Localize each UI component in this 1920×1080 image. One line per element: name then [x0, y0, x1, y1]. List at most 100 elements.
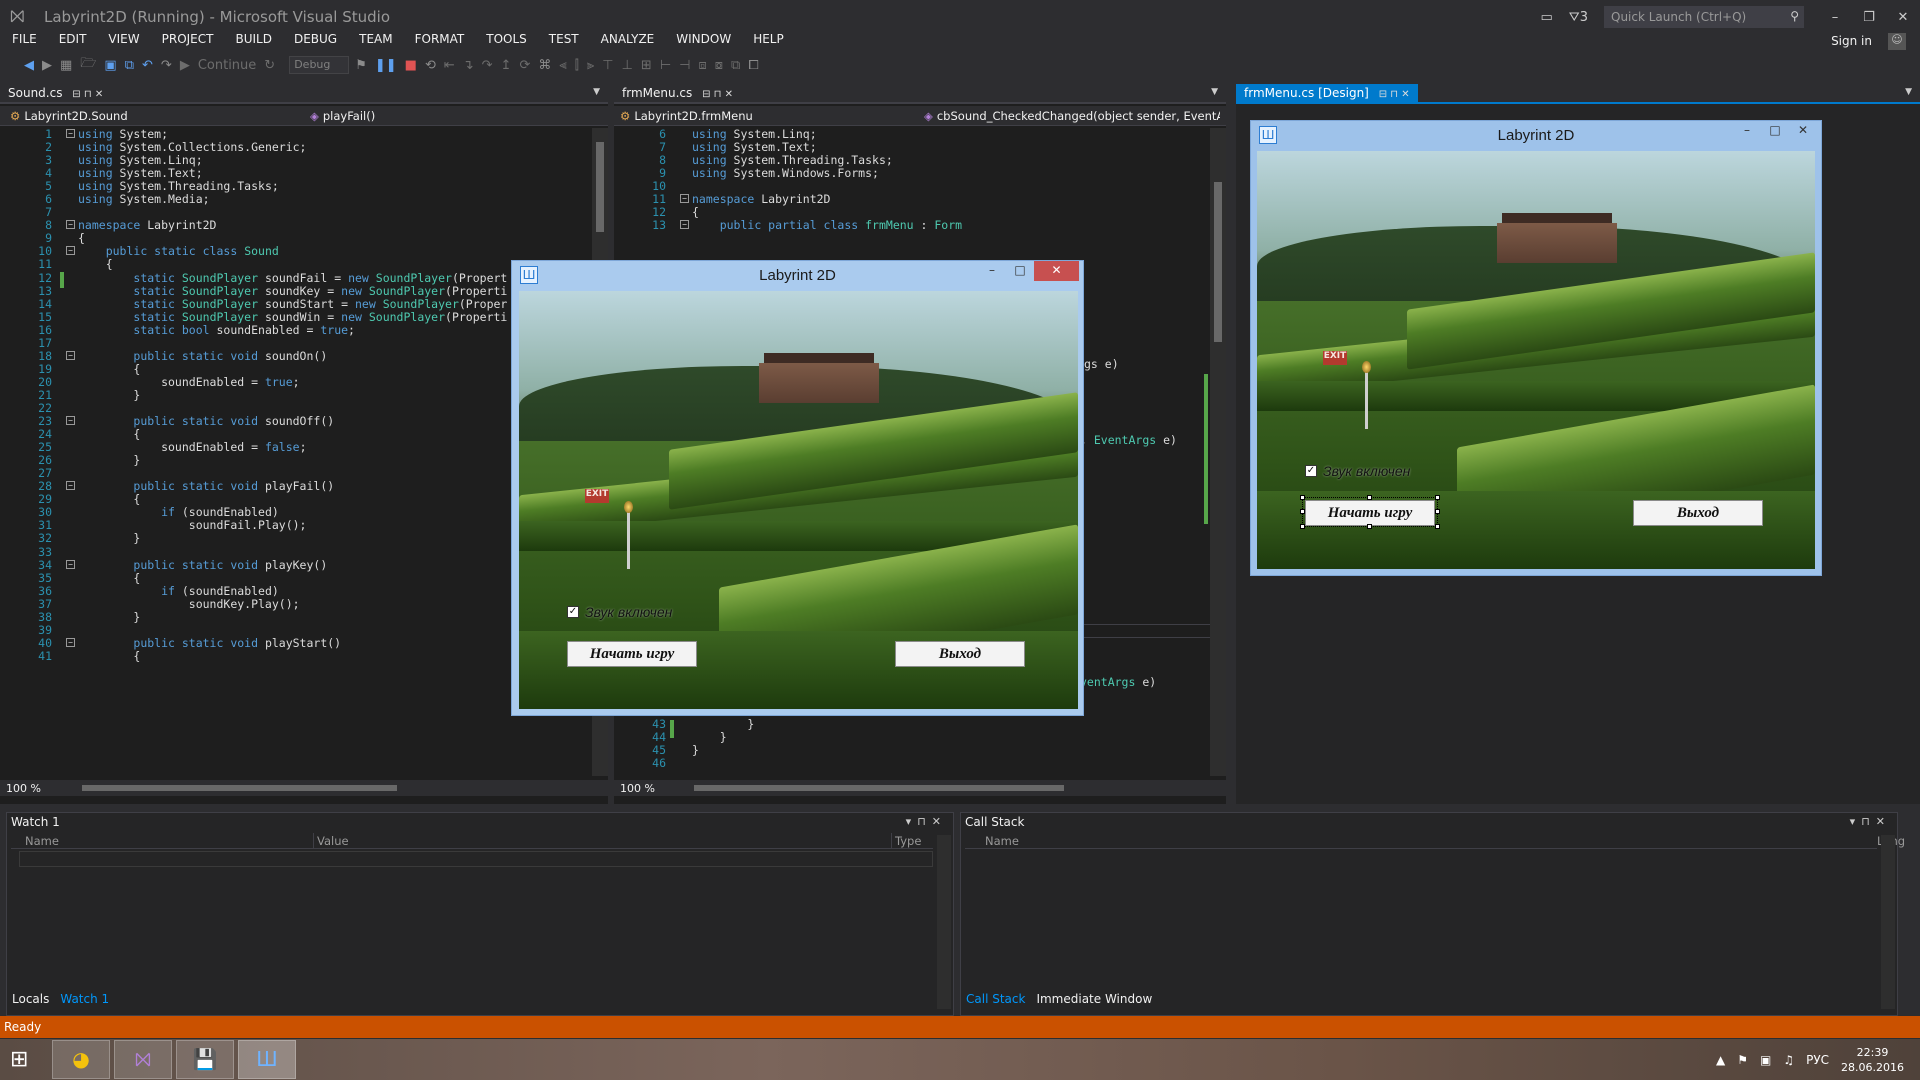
collapse-icon[interactable]: −	[66, 637, 75, 647]
refresh-icon[interactable]: ↻	[264, 58, 275, 73]
step-out-icon[interactable]: ↥	[501, 58, 512, 73]
form-close-button[interactable]: ✕	[1789, 121, 1817, 141]
continue-icon[interactable]: ▶	[180, 58, 190, 73]
exit-button[interactable]: Выход	[895, 641, 1025, 667]
step-into-icon[interactable]: ↴	[463, 58, 474, 73]
menu-debug[interactable]: DEBUG	[283, 32, 348, 50]
breakpoint-icon[interactable]: ⌘	[538, 58, 551, 73]
start-game-button[interactable]: Начать игру	[567, 641, 697, 667]
tab-sound-cs[interactable]: Sound.cs ⊟ ⊓ ✕	[0, 84, 111, 104]
menu-file[interactable]: FILE	[0, 32, 48, 50]
sound-code-area[interactable]: 1− using System; 2 using System.Collections…	[0, 128, 592, 776]
code-line[interactable]: 36 if (soundEnabled)	[0, 584, 592, 598]
code-line[interactable]: 13 static SoundPlayer soundKey = new Sou…	[0, 284, 592, 298]
windows-start-icon[interactable]: ⊞	[10, 1047, 40, 1073]
restore-button[interactable]: ❐	[1852, 10, 1886, 25]
app-minimize-button[interactable]: –	[978, 261, 1006, 281]
code-line[interactable]: 33	[0, 545, 592, 559]
center-horizontally-icon[interactable]: ⧈	[698, 58, 706, 73]
save-all-icon[interactable]: ⧉	[125, 58, 134, 73]
code-line[interactable]: 40 − public static void playStart()	[0, 636, 592, 650]
pin-icon[interactable]: ⊟ ⊓ ✕	[1379, 89, 1410, 100]
action-center-flag-icon[interactable]: ⚑	[1737, 1053, 1748, 1067]
pin-icon[interactable]: ⊟ ⊓ ✕	[72, 89, 103, 100]
menu-edit[interactable]: EDIT	[48, 32, 98, 50]
restart-icon[interactable]: ⟲	[425, 58, 436, 73]
bring-to-front-icon[interactable]: ⧉	[731, 58, 740, 73]
collapse-icon[interactable]: −	[66, 481, 75, 491]
resize-handle[interactable]	[1300, 524, 1305, 529]
tab-frmmenu-cs[interactable]: frmMenu.cs ⊟ ⊓ ✕	[614, 84, 741, 104]
save-icon[interactable]: ▣	[104, 58, 116, 73]
open-file-icon[interactable]: 🗁	[80, 54, 96, 76]
code-line[interactable]: 39	[0, 623, 592, 637]
align-center-icon[interactable]: ⫿	[575, 58, 579, 73]
column-type[interactable]: Type	[895, 834, 921, 848]
stop-icon[interactable]: ■	[405, 58, 417, 73]
code-line[interactable]: 11 {	[0, 258, 592, 271]
zoom-level[interactable]: 100 %	[620, 782, 655, 795]
forward-icon[interactable]: ▶	[42, 58, 52, 73]
collapse-icon[interactable]: −	[66, 220, 75, 230]
menu-format[interactable]: FORMAT	[404, 32, 476, 50]
redo-icon[interactable]: ↷	[161, 58, 172, 73]
menu-test[interactable]: TEST	[538, 32, 590, 50]
sound-checkbox[interactable]: ✓ Звук включен	[1305, 463, 1410, 479]
resize-handle[interactable]	[1367, 524, 1372, 529]
save-disk-taskbar-icon[interactable]: 💾	[176, 1040, 234, 1079]
code-line[interactable]: 14 static SoundPlayer soundStart = new S…	[0, 297, 592, 311]
quick-launch-input[interactable]: Quick Launch (Ctrl+Q) ⚲	[1604, 6, 1804, 28]
code-line[interactable]: 44 }	[614, 730, 1210, 744]
step-over-icon[interactable]: ↷	[482, 58, 493, 73]
undo-icon[interactable]: ↶	[142, 58, 153, 73]
checkbox-check-icon[interactable]: ✓	[567, 606, 579, 618]
feedback-icon[interactable]: ▭	[1541, 10, 1553, 25]
resize-handle[interactable]	[1300, 495, 1305, 500]
code-line[interactable]: 18 − public static void soundOn()	[0, 349, 592, 363]
tab-locals[interactable]: Locals	[6, 990, 54, 1010]
user-account-icon[interactable]: ☺	[1888, 33, 1906, 50]
collapse-icon[interactable]: −	[66, 559, 75, 569]
attach-icon[interactable]: ⚑	[355, 58, 367, 73]
class-dropdown[interactable]: ⚙ Labyrint2D.Sound	[10, 109, 300, 123]
form-minimize-button[interactable]: –	[1733, 121, 1761, 141]
align-top-icon[interactable]: ⊤	[602, 58, 613, 73]
tab-dropdown-icon[interactable]: ▼	[1905, 87, 1912, 97]
chrome-taskbar-icon[interactable]: ◕	[52, 1040, 110, 1079]
code-line[interactable]: 15 static SoundPlayer soundWin = new Sou…	[0, 310, 592, 324]
vertical-spacing-icon[interactable]: ⊣	[679, 58, 690, 73]
show-hidden-icons-icon[interactable]: ▲	[1716, 1053, 1725, 1067]
sound-checkbox[interactable]: ✓ Звук включен	[567, 604, 672, 620]
watch-empty-row[interactable]	[19, 851, 933, 867]
exit-button[interactable]: Выход	[1633, 500, 1763, 526]
pin-icon[interactable]: ⊟ ⊓ ✕	[702, 89, 733, 100]
code-line[interactable]: 26 }	[0, 454, 592, 467]
code-line[interactable]: 45}	[614, 744, 1210, 757]
app-close-button[interactable]: ✕	[1034, 261, 1079, 281]
code-line[interactable]: 12 static SoundPlayer soundFail = new So…	[0, 271, 592, 285]
search-icon[interactable]: ⚲	[1790, 9, 1799, 23]
pause-icon[interactable]: ❚❚	[375, 58, 397, 73]
resize-handle[interactable]	[1435, 495, 1440, 500]
code-line[interactable]: 11− namespace Labyrint2D	[614, 193, 1210, 206]
send-to-back-icon[interactable]: ⧠	[748, 58, 758, 73]
window-controls[interactable]: ▾⊓✕	[1850, 815, 1891, 828]
align-right-icon[interactable]: ⫸	[587, 58, 594, 73]
menu-team[interactable]: TEAM	[348, 32, 403, 50]
scroll-thumb[interactable]	[596, 142, 604, 232]
resize-handle[interactable]	[1367, 495, 1372, 500]
scroll-thumb[interactable]	[1214, 182, 1222, 342]
collapse-icon[interactable]: −	[66, 416, 75, 426]
code-line[interactable]: 9 using System.Windows.Forms;	[614, 167, 1210, 180]
code-line[interactable]: 13 − public partial class frmMenu : Form	[614, 219, 1210, 232]
horizontal-spacing-icon[interactable]: ⊢	[660, 58, 671, 73]
checkbox-check-icon[interactable]: ✓	[1305, 465, 1317, 477]
horizontal-scroll-thumb[interactable]	[82, 785, 397, 791]
tab-frmmenu-design[interactable]: frmMenu.cs [Design] ⊟ ⊓ ✕	[1236, 84, 1418, 104]
network-icon[interactable]: ▣	[1760, 1053, 1771, 1067]
align-left-icon[interactable]: ⫷	[559, 58, 566, 73]
code-line[interactable]: 8− namespace Labyrint2D	[0, 219, 592, 232]
collapse-icon[interactable]: −	[66, 129, 75, 138]
form-maximize-button[interactable]: □	[1761, 121, 1789, 141]
code-line[interactable]: 17	[0, 336, 592, 350]
